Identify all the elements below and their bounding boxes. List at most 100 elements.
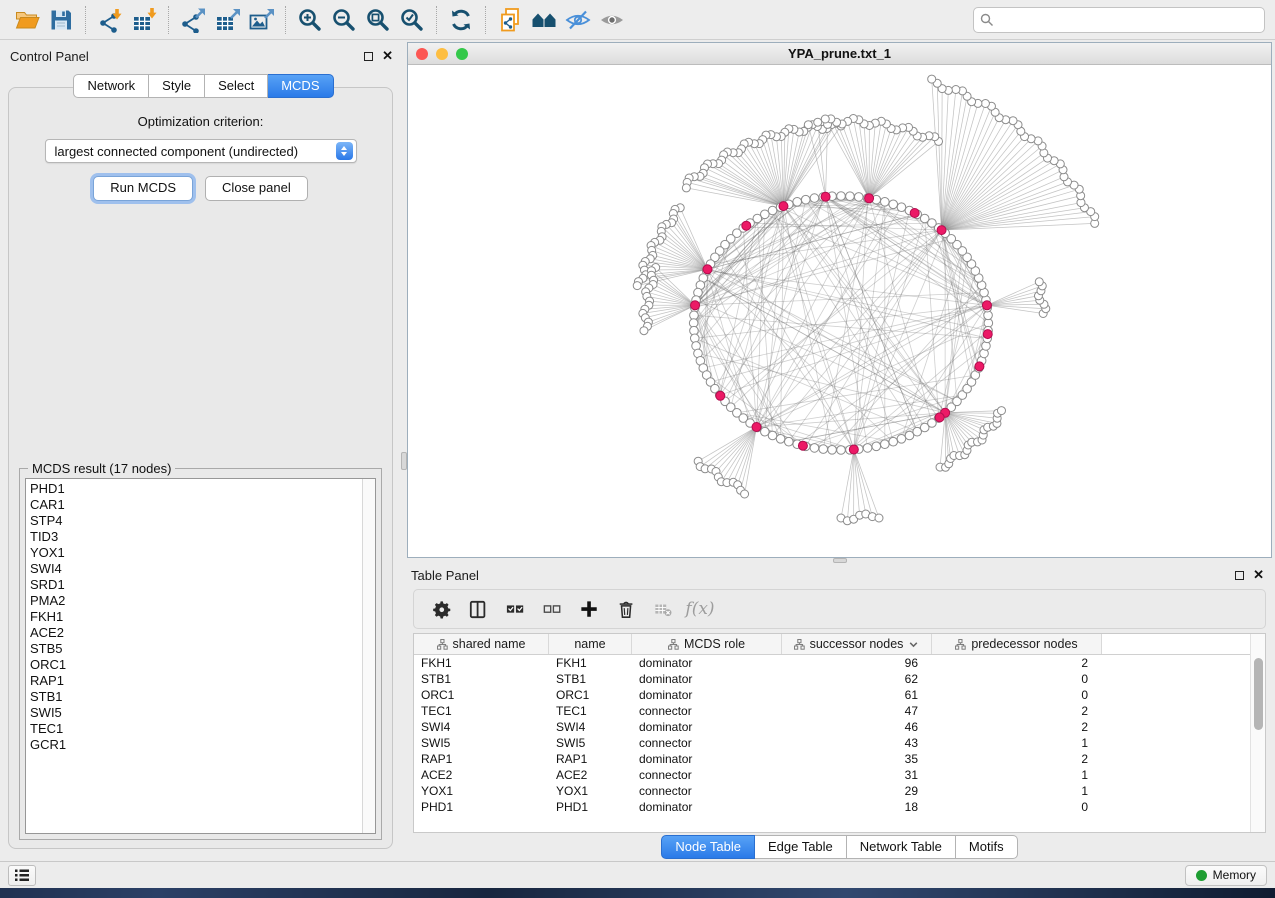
dominator-node[interactable] bbox=[937, 226, 946, 235]
duplicate-network-button[interactable] bbox=[493, 4, 527, 36]
network-node[interactable] bbox=[1009, 117, 1017, 125]
dominator-node[interactable] bbox=[691, 301, 700, 310]
horizontal-splitter[interactable] bbox=[407, 558, 1272, 563]
splitter-grip[interactable] bbox=[401, 452, 407, 470]
dominator-node[interactable] bbox=[975, 362, 984, 371]
network-node[interactable] bbox=[828, 446, 837, 455]
export-table-button[interactable] bbox=[210, 4, 244, 36]
network-node[interactable] bbox=[814, 118, 822, 126]
refresh-network-button[interactable] bbox=[444, 4, 478, 36]
network-node[interactable] bbox=[875, 514, 883, 522]
table-row[interactable]: YOX1YOX1connector291 bbox=[414, 783, 1250, 799]
export-network-button[interactable] bbox=[176, 4, 210, 36]
window-close-light[interactable] bbox=[416, 48, 428, 60]
network-node[interactable] bbox=[928, 75, 936, 83]
tab-network[interactable]: Network bbox=[73, 74, 149, 98]
window-zoom-light[interactable] bbox=[456, 48, 468, 60]
run-mcds-button[interactable]: Run MCDS bbox=[93, 176, 193, 201]
mcds-result-node[interactable]: STB1 bbox=[30, 689, 362, 705]
delete-columns-button[interactable] bbox=[611, 594, 641, 624]
network-node[interactable] bbox=[997, 407, 1005, 415]
network-node[interactable] bbox=[741, 490, 749, 498]
window-minimize-light[interactable] bbox=[436, 48, 448, 60]
mcds-result-node[interactable]: STP4 bbox=[30, 513, 362, 529]
dominator-node[interactable] bbox=[910, 209, 919, 218]
close-panel-icon[interactable] bbox=[1253, 570, 1264, 580]
mcds-result-node[interactable]: PMA2 bbox=[30, 593, 362, 609]
network-node[interactable] bbox=[981, 100, 989, 108]
network-node[interactable] bbox=[837, 192, 846, 201]
dominator-node[interactable] bbox=[752, 423, 761, 432]
deselect-all-rows-button[interactable] bbox=[537, 594, 567, 624]
mcds-result-node[interactable]: GCR1 bbox=[30, 737, 362, 753]
dominator-node[interactable] bbox=[849, 445, 858, 454]
close-panel-icon[interactable] bbox=[382, 51, 393, 61]
column-header-predecessor-nodes[interactable]: predecessor nodes bbox=[932, 634, 1102, 654]
show-all-button[interactable] bbox=[595, 4, 629, 36]
tab-motifs[interactable]: Motifs bbox=[956, 835, 1018, 859]
dominator-node[interactable] bbox=[983, 330, 992, 339]
network-node[interactable] bbox=[801, 195, 810, 204]
network-node[interactable] bbox=[819, 445, 828, 454]
zoom-fit-button[interactable] bbox=[361, 4, 395, 36]
mcds-result-node[interactable]: RAP1 bbox=[30, 673, 362, 689]
tab-edge-table[interactable]: Edge Table bbox=[755, 835, 847, 859]
vertical-splitter[interactable] bbox=[401, 40, 407, 861]
search-input[interactable] bbox=[999, 10, 1258, 30]
select-all-rows-button[interactable] bbox=[500, 594, 530, 624]
mcds-result-node[interactable]: PHD1 bbox=[30, 481, 362, 497]
mcds-result-node[interactable]: SWI4 bbox=[30, 561, 362, 577]
table-row[interactable]: STB1STB1dominator620 bbox=[414, 671, 1250, 687]
table-row[interactable]: ORC1ORC1dominator610 bbox=[414, 687, 1250, 703]
mcds-result-node[interactable]: STB5 bbox=[30, 641, 362, 657]
optimization-criterion-select[interactable]: largest connected component (undirected) bbox=[45, 139, 357, 163]
network-node[interactable] bbox=[768, 431, 777, 440]
mcds-result-node[interactable]: CAR1 bbox=[30, 497, 362, 513]
network-node[interactable] bbox=[837, 446, 846, 455]
network-node[interactable] bbox=[854, 193, 863, 202]
memory-button[interactable]: Memory bbox=[1185, 865, 1267, 886]
dominator-node[interactable] bbox=[779, 202, 788, 211]
dominator-node[interactable] bbox=[716, 391, 725, 400]
network-node[interactable] bbox=[880, 440, 889, 449]
mcds-result-node[interactable]: SWI5 bbox=[30, 705, 362, 721]
network-node[interactable] bbox=[821, 115, 829, 123]
dominator-node[interactable] bbox=[935, 413, 944, 422]
first-neighbors-button[interactable] bbox=[527, 4, 561, 36]
network-node[interactable] bbox=[952, 86, 960, 94]
column-header-successor-nodes[interactable]: successor nodes bbox=[782, 634, 932, 654]
splitter-grip[interactable] bbox=[833, 558, 847, 563]
dominator-node[interactable] bbox=[865, 194, 874, 203]
table-row[interactable]: ACE2ACE2connector311 bbox=[414, 767, 1250, 783]
network-node[interactable] bbox=[804, 121, 812, 129]
zoom-in-button[interactable] bbox=[293, 4, 327, 36]
network-node[interactable] bbox=[1035, 278, 1043, 286]
column-header-MCDS-role[interactable]: MCDS role bbox=[632, 634, 782, 654]
dominator-node[interactable] bbox=[982, 301, 991, 310]
dominator-node[interactable] bbox=[703, 265, 712, 274]
network-node[interactable] bbox=[872, 442, 881, 451]
network-node[interactable] bbox=[784, 437, 793, 446]
mcds-result-node[interactable]: SRD1 bbox=[30, 577, 362, 593]
network-node[interactable] bbox=[793, 198, 802, 207]
network-node[interactable] bbox=[682, 184, 690, 192]
dominator-node[interactable] bbox=[821, 192, 830, 201]
mcds-result-node[interactable]: ACE2 bbox=[30, 625, 362, 641]
import-network-button[interactable] bbox=[93, 4, 127, 36]
network-node[interactable] bbox=[880, 198, 889, 207]
split-panel-button[interactable] bbox=[463, 594, 493, 624]
network-node[interactable] bbox=[633, 282, 641, 290]
table-row[interactable]: FKH1FKH1dominator962 bbox=[414, 655, 1250, 671]
tab-mcds[interactable]: MCDS bbox=[268, 74, 333, 98]
table-row[interactable]: TEC1TEC1connector472 bbox=[414, 703, 1250, 719]
network-node[interactable] bbox=[810, 194, 819, 203]
close-panel-button[interactable]: Close panel bbox=[205, 176, 308, 201]
network-node[interactable] bbox=[897, 435, 906, 444]
column-header-shared-name[interactable]: shared name bbox=[414, 634, 549, 654]
network-node[interactable] bbox=[810, 444, 819, 453]
save-session-button[interactable] bbox=[44, 4, 78, 36]
tab-style[interactable]: Style bbox=[149, 74, 205, 98]
scrollbar-thumb[interactable] bbox=[1254, 658, 1263, 730]
network-node[interactable] bbox=[846, 192, 855, 201]
hide-selected-button[interactable] bbox=[561, 4, 595, 36]
